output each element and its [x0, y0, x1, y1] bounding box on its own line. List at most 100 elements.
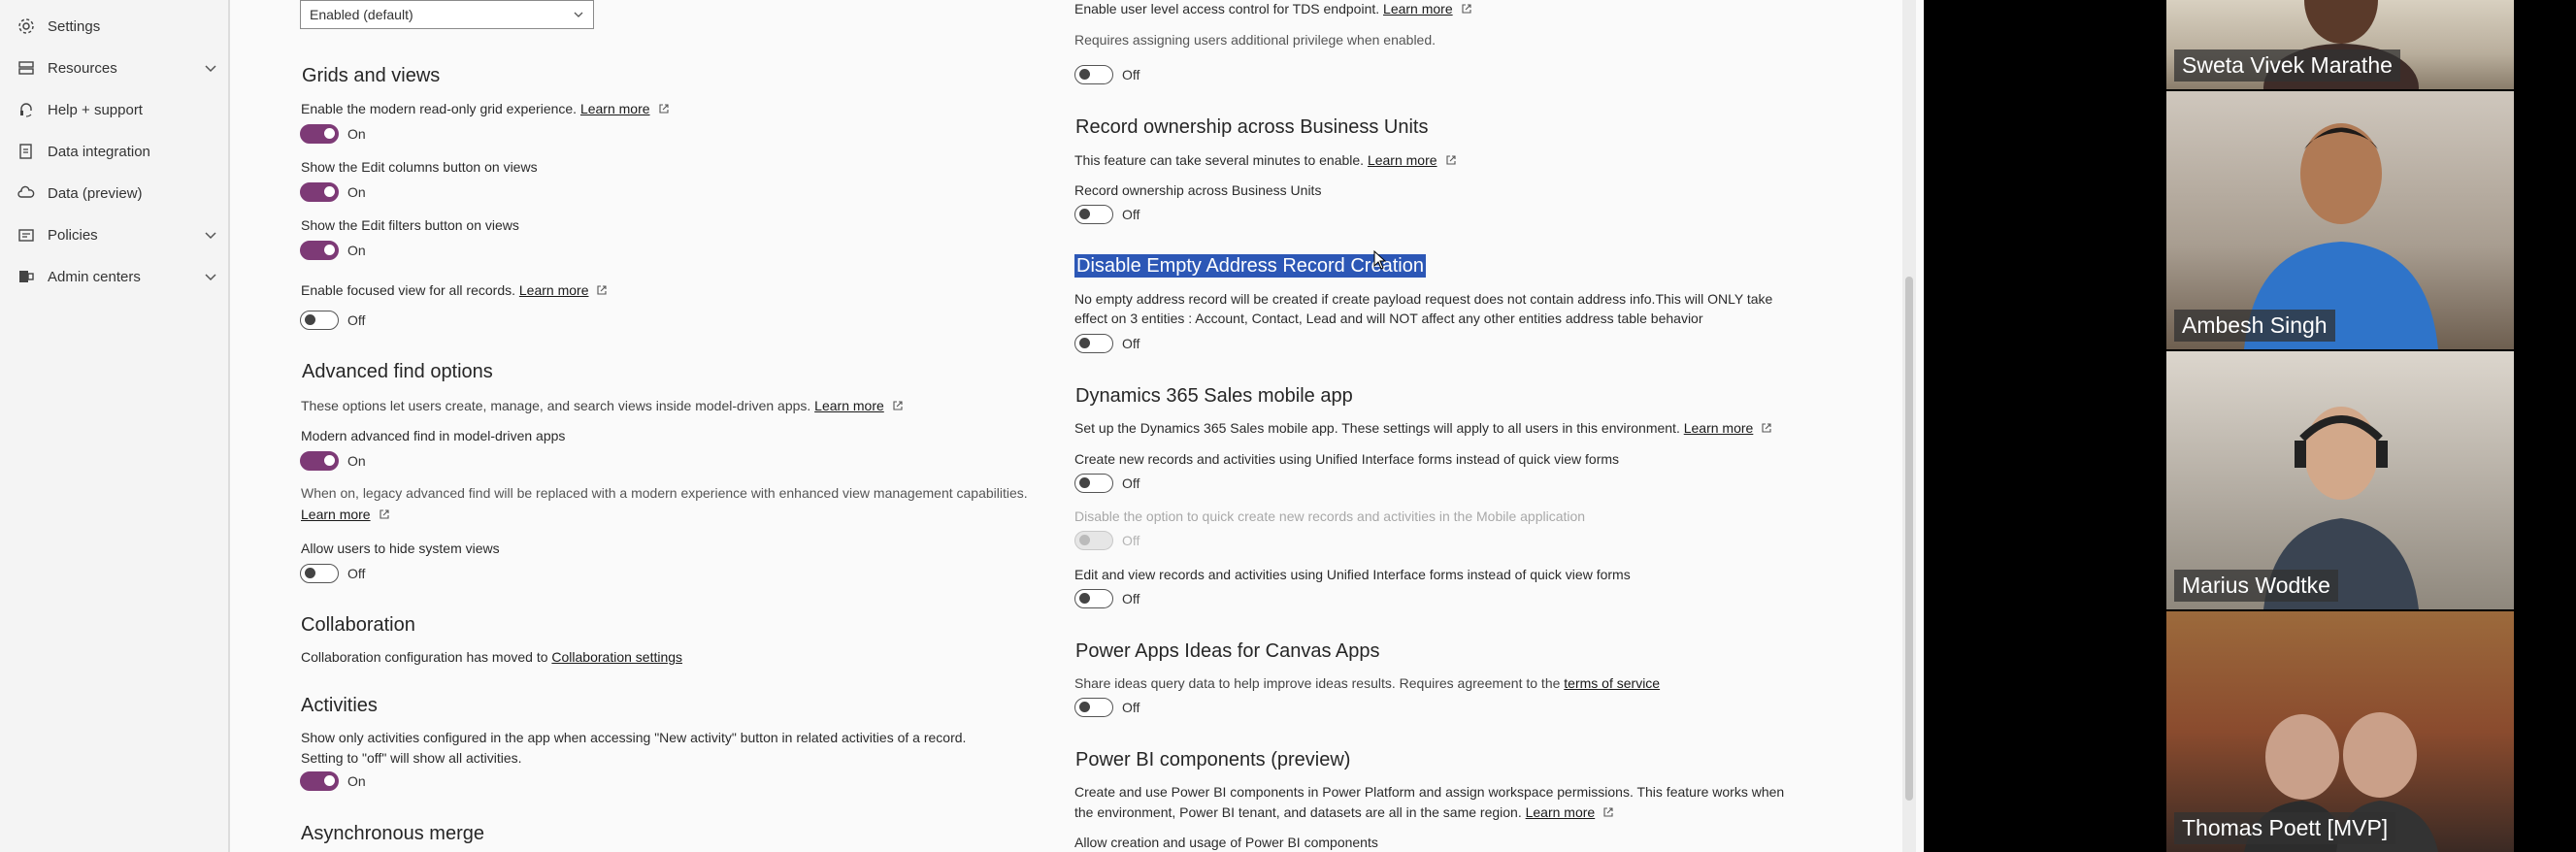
sidebar-item-data-preview[interactable]: Data (preview): [0, 176, 230, 211]
participant-tile: Marius Wodtke: [2166, 351, 2514, 609]
section-title-collaboration: Collaboration: [301, 614, 415, 636]
settings-panel: Enabled (default) Grids and views Enable…: [230, 0, 1924, 852]
ideas-toggle[interactable]: Off: [1074, 698, 1139, 717]
participant-tile: Sweta Vivek Marathe: [2166, 0, 2514, 89]
external-link-icon: [1445, 155, 1456, 165]
sales-mobile-desc: Set up the Dynamics 365 Sales mobile app…: [1074, 420, 1772, 436]
participant-name: Thomas Poett [MVP]: [2174, 812, 2396, 844]
section-title-powerbi: Power BI components (preview): [1075, 749, 1351, 770]
right-black-border: [2514, 0, 2576, 852]
sales-create-toggle[interactable]: Off: [1074, 474, 1139, 493]
modern-advanced-find-label: Modern advanced find in model-driven app…: [301, 428, 566, 443]
external-link-icon: [1462, 4, 1471, 14]
learn-more-link[interactable]: Learn more: [1368, 152, 1437, 168]
edit-filters-toggle[interactable]: On: [300, 241, 366, 260]
sidebar-item-resources[interactable]: Resources: [0, 50, 230, 85]
learn-more-link[interactable]: Learn more: [580, 101, 650, 116]
sidebar-item-label: Help + support: [48, 101, 143, 118]
sales-quick-create-toggle[interactable]: Off: [1074, 531, 1139, 550]
participant-tile: Thomas Poett [MVP]: [2166, 611, 2514, 852]
section-title-ideas: Power Apps Ideas for Canvas Apps: [1075, 640, 1380, 662]
learn-more-link[interactable]: Learn more: [1383, 1, 1453, 16]
record-ownership-toggle[interactable]: Off: [1074, 205, 1139, 224]
empty-address-toggle[interactable]: Off: [1074, 334, 1139, 353]
scrollbar-thumb[interactable]: [1905, 277, 1913, 801]
learn-more-link[interactable]: Learn more: [1684, 420, 1754, 436]
edit-filters-label: Show the Edit filters button on views: [301, 217, 519, 233]
record-ownership-label: Record ownership across Business Units: [1074, 182, 1322, 198]
activities-toggle[interactable]: On: [300, 771, 366, 791]
tds-access-setting: Enable user level access control for TDS…: [1074, 1, 1472, 16]
sidebar-item-help-support[interactable]: Help + support: [0, 92, 230, 127]
modern-grid-setting: Enable the modern read-only grid experie…: [301, 101, 670, 116]
edit-columns-toggle[interactable]: On: [300, 182, 366, 202]
tds-access-toggle[interactable]: Off: [1074, 65, 1139, 84]
sidebar-item-data-integration[interactable]: Data integration: [0, 134, 230, 169]
sidebar-item-label: Policies: [48, 226, 98, 244]
collaboration-text: Collaboration configuration has moved to…: [301, 649, 683, 665]
sidebar-item-label: Data integration: [48, 143, 150, 160]
chevron-down-icon: [574, 12, 583, 17]
admin-centers-icon: [17, 267, 36, 286]
modern-grid-toggle[interactable]: On: [300, 124, 366, 144]
mouse-pointer-icon: [1373, 250, 1387, 270]
learn-more-link[interactable]: Learn more: [814, 398, 884, 413]
external-link-icon: [1762, 423, 1771, 433]
sidebar-item-admin-centers[interactable]: Admin centers: [0, 259, 230, 294]
ideas-desc: Share ideas query data to help improve i…: [1074, 675, 1661, 691]
section-title-advanced-find: Advanced find options: [302, 361, 493, 382]
sales-create-label: Create new records and activities using …: [1074, 451, 1620, 467]
participant-name: Ambesh Singh: [2174, 310, 2335, 342]
hide-system-views-label: Allow users to hide system views: [301, 541, 500, 556]
learn-more-link[interactable]: Learn more: [519, 282, 589, 298]
cloud-data-icon: [17, 183, 36, 203]
setting-dropdown[interactable]: Enabled (default): [300, 0, 594, 29]
powerbi-desc-line1: Create and use Power BI components in Po…: [1074, 784, 1785, 800]
video-gap: [1924, 0, 2166, 852]
sidebar-item-label: Admin centers: [48, 268, 141, 285]
vertical-scrollbar[interactable]: [1902, 0, 1916, 852]
terms-of-service-link[interactable]: terms of service: [1564, 675, 1660, 691]
advanced-find-desc: These options let users create, manage, …: [301, 398, 904, 413]
server-icon: [17, 58, 36, 78]
dropdown-value: Enabled (default): [310, 7, 413, 22]
sales-edit-toggle[interactable]: Off: [1074, 589, 1139, 608]
participant-tile: Ambesh Singh: [2166, 91, 2514, 349]
hide-system-views-toggle[interactable]: Off: [300, 564, 365, 583]
advanced-find-note: When on, legacy advanced find will be re…: [301, 485, 1028, 501]
sales-quick-create-label: Disable the option to quick create new r…: [1074, 508, 1586, 524]
chevron-down-icon: [205, 65, 216, 73]
policy-icon: [17, 225, 36, 245]
headset-icon: [17, 100, 36, 119]
tds-access-sub: Requires assigning users additional priv…: [1074, 32, 1437, 48]
section-title-activities: Activities: [301, 695, 378, 716]
learn-more-link[interactable]: Learn more: [301, 507, 371, 522]
external-link-icon: [597, 285, 608, 295]
sidebar-item-settings[interactable]: Settings: [0, 9, 230, 44]
section-title-grids-views: Grids and views: [302, 65, 441, 86]
edit-columns-label: Show the Edit columns button on views: [301, 159, 538, 175]
sidebar-item-policies[interactable]: Policies: [0, 217, 230, 252]
empty-address-desc-line1: No empty address record will be created …: [1074, 291, 1773, 307]
external-link-icon: [380, 509, 389, 519]
sales-edit-label: Edit and view records and activities usi…: [1074, 567, 1631, 582]
record-ownership-desc: This feature can take several minutes to…: [1074, 152, 1457, 168]
external-link-icon: [1603, 807, 1613, 817]
section-title-record-ownership: Record ownership across Business Units: [1075, 116, 1429, 138]
left-nav-sidebar: Settings Resources Help + support Data i…: [0, 0, 230, 852]
participant-name: Sweta Vivek Marathe: [2174, 49, 2400, 82]
focused-view-toggle[interactable]: Off: [300, 311, 365, 330]
activities-desc-line2: Setting to "off" will show all activitie…: [301, 750, 522, 766]
powerbi-desc-line2: the environment, Power BI tenant, and da…: [1074, 804, 1614, 820]
external-link-icon: [893, 401, 903, 410]
powerbi-allow-label: Allow creation and usage of Power BI com…: [1074, 835, 1378, 850]
external-link-icon: [658, 104, 669, 114]
activities-desc-line1: Show only activities configured in the a…: [301, 730, 967, 745]
section-title-async-merge: Asynchronous merge: [301, 823, 484, 844]
learn-more-link[interactable]: Learn more: [1526, 804, 1596, 820]
data-integration-icon: [17, 142, 36, 161]
modern-advanced-find-toggle[interactable]: On: [300, 451, 366, 471]
section-title-sales-mobile: Dynamics 365 Sales mobile app: [1075, 385, 1353, 407]
focused-view-setting: Enable focused view for all records. Lea…: [301, 282, 608, 298]
collaboration-settings-link[interactable]: Collaboration settings: [551, 649, 682, 665]
